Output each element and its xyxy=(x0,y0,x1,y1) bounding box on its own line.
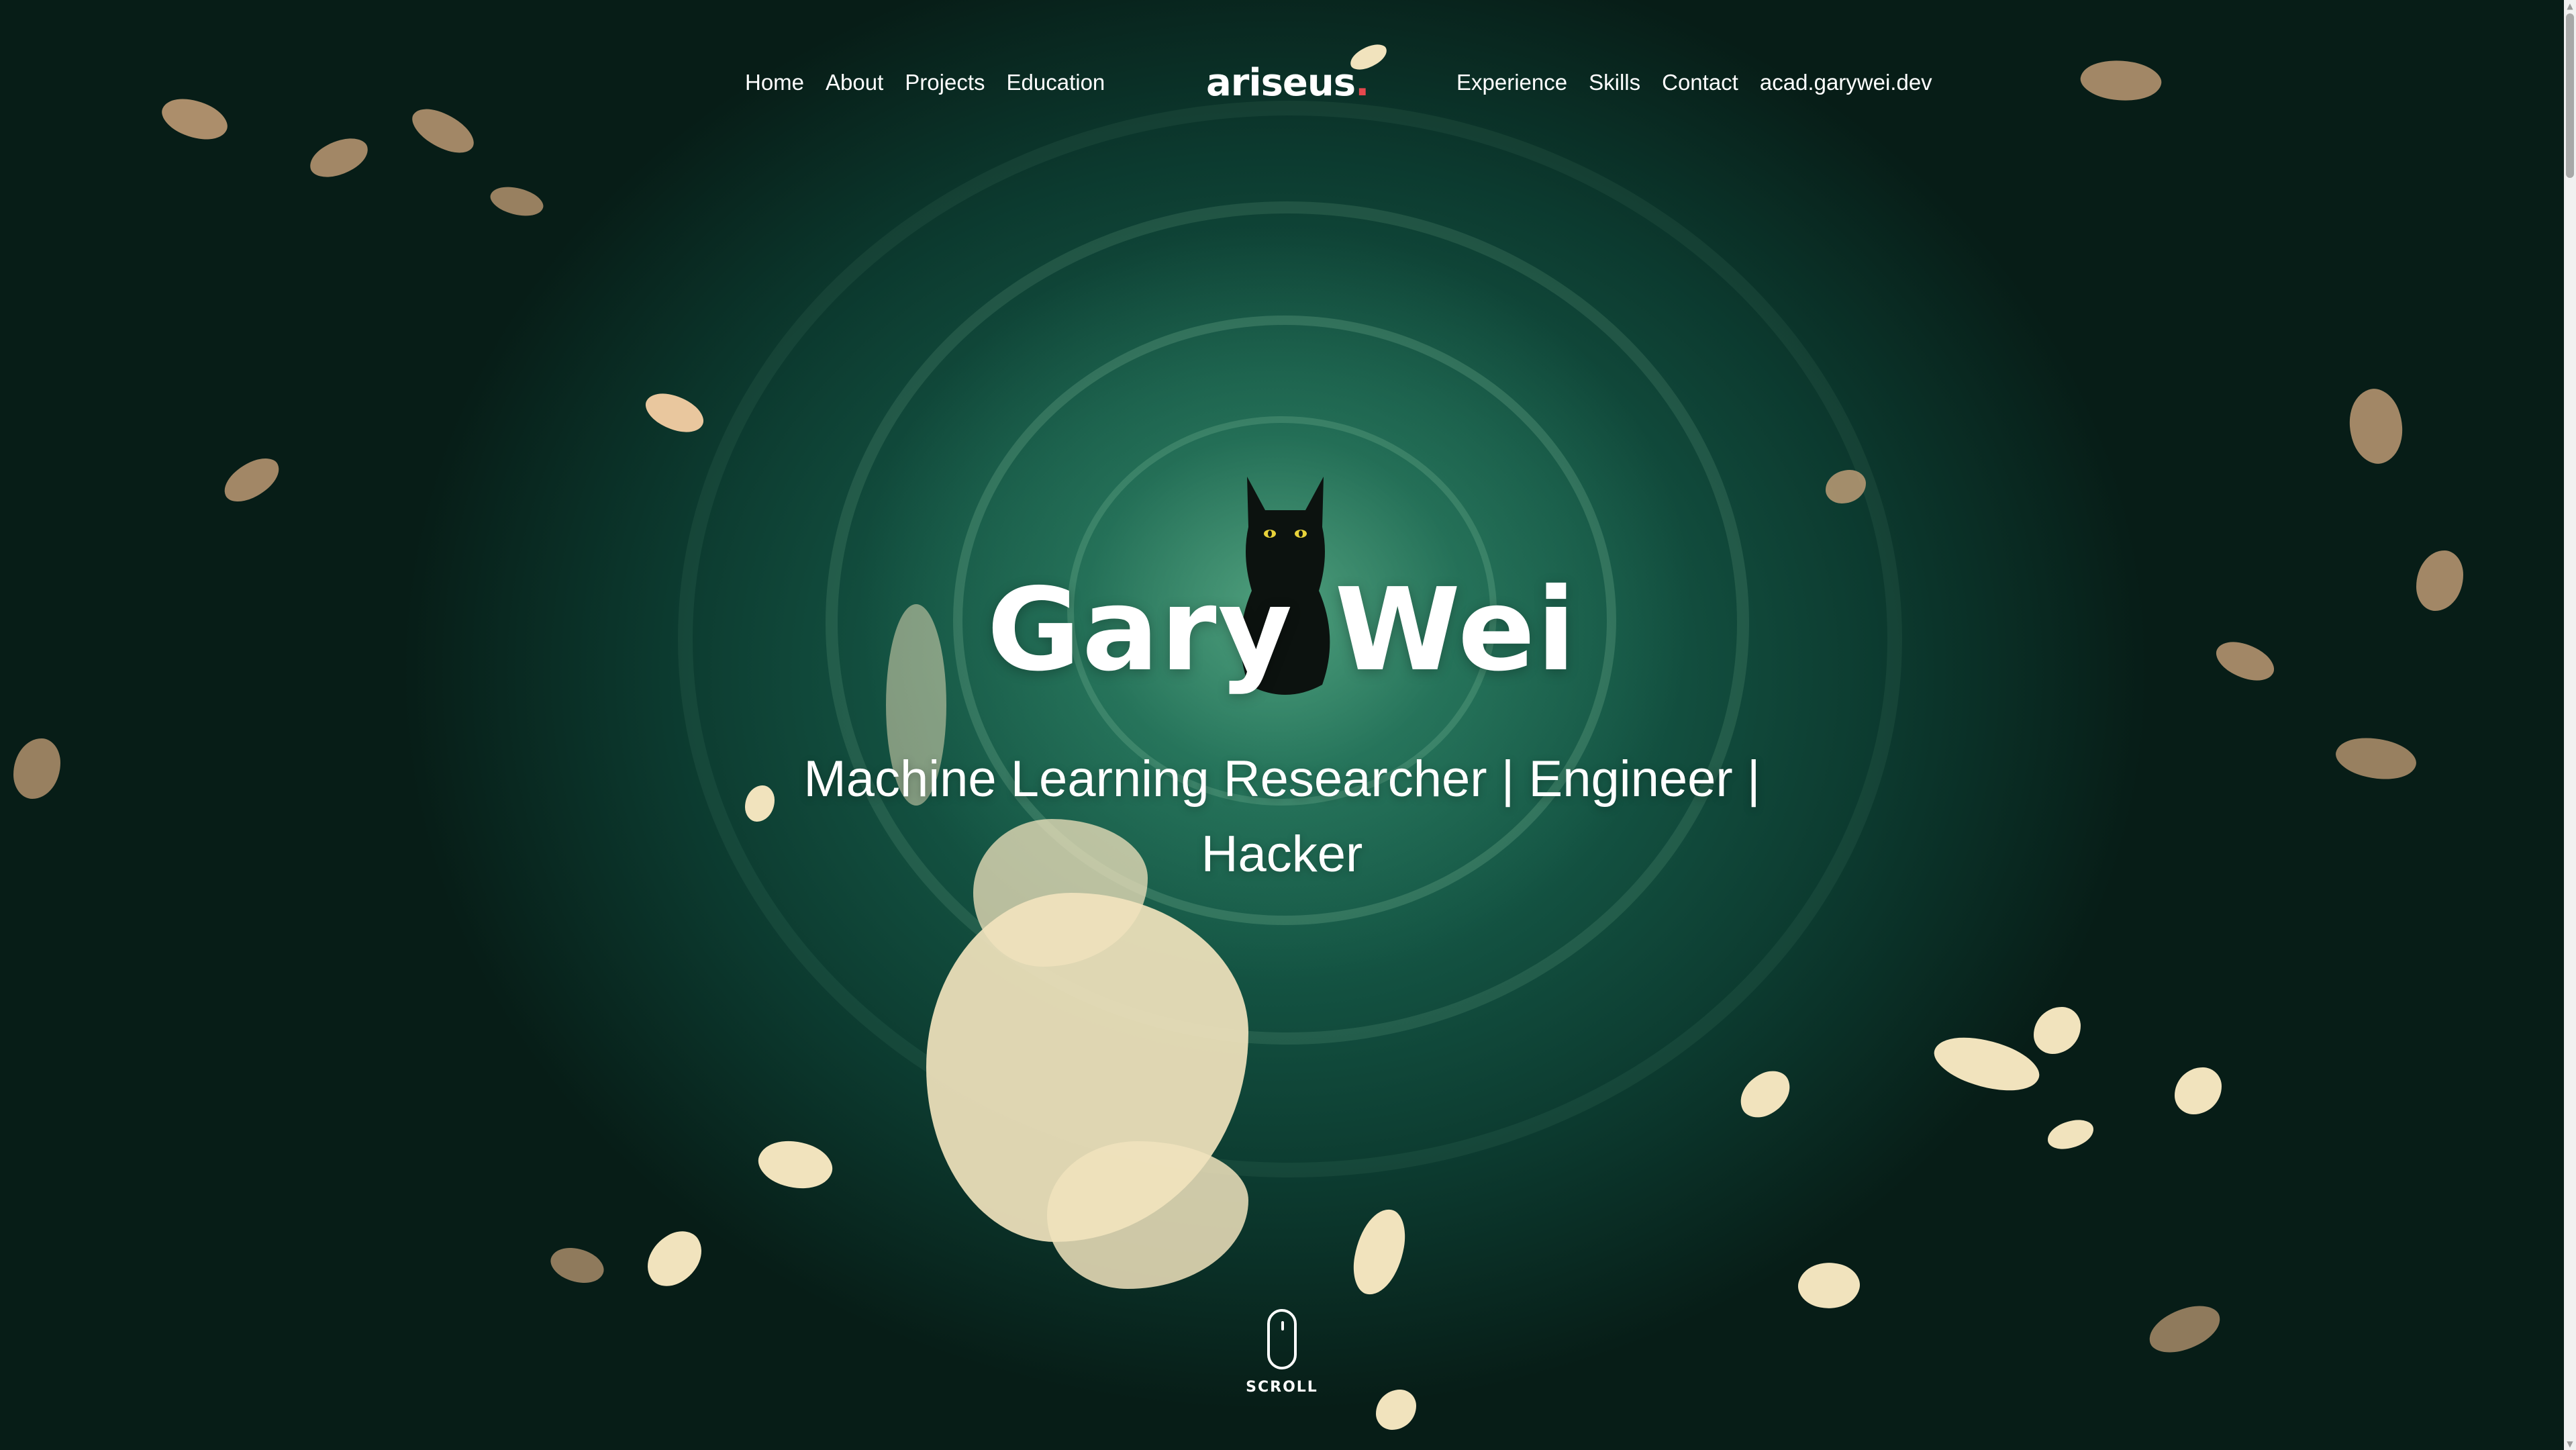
top-navigation: Home About Projects Education ariseus. E… xyxy=(0,52,2564,113)
nav-link-experience[interactable]: Experience xyxy=(1456,70,1567,95)
hero-title: Gary Wei xyxy=(987,564,1577,697)
nav-left-group: Home About Projects Education xyxy=(745,52,1105,113)
nav-link-education[interactable]: Education xyxy=(1007,70,1105,95)
hero-subtitle: Machine Learning Researcher | Engineer |… xyxy=(803,751,1761,883)
brand-name: ariseus xyxy=(1206,60,1356,105)
arrow-down-icon[interactable]: ▼ xyxy=(2564,1438,2576,1450)
leaf xyxy=(546,1239,609,1292)
leaf xyxy=(636,1223,713,1294)
mouse-icon xyxy=(1267,1309,1297,1369)
scroll-label: SCROLL xyxy=(1246,1379,1318,1396)
leaf xyxy=(1928,1023,2046,1105)
brand-dot: . xyxy=(1355,60,1369,105)
nav-link-acad[interactable]: acad.garywei.dev xyxy=(1760,70,1932,95)
leaf xyxy=(1348,1204,1410,1300)
leaf xyxy=(2045,1117,2096,1152)
leaf xyxy=(13,738,60,799)
page-scrollbar[interactable]: ▲ ▼ xyxy=(2564,0,2576,1450)
leaf xyxy=(1376,1390,1416,1430)
nav-link-projects[interactable]: Projects xyxy=(905,70,985,95)
nav-link-skills[interactable]: Skills xyxy=(1589,70,1640,95)
scroll-indicator[interactable]: SCROLL xyxy=(1242,1309,1322,1410)
arrow-up-icon[interactable]: ▲ xyxy=(2564,0,2576,12)
nav-link-home[interactable]: Home xyxy=(745,70,804,95)
scrollbar-thumb[interactable] xyxy=(2566,13,2574,178)
nav-right-group: Experience Skills Contact acad.garywei.d… xyxy=(1456,52,1932,113)
light-reflection xyxy=(1047,1141,1248,1289)
leaf xyxy=(487,179,547,224)
leaf xyxy=(2144,1300,2226,1359)
leaf xyxy=(640,383,709,443)
leaf xyxy=(305,134,373,182)
leaf xyxy=(2338,382,2414,471)
leaf xyxy=(752,1130,838,1200)
leaf xyxy=(217,452,287,508)
leaf xyxy=(1793,1255,1865,1316)
brand-logo[interactable]: ariseus. xyxy=(1206,52,1369,113)
hero-background: Home About Projects Education ariseus. E… xyxy=(0,0,2576,1450)
leaf xyxy=(1732,1064,1798,1124)
leaf xyxy=(2175,1067,2222,1114)
leaf xyxy=(2332,728,2420,789)
nav-link-about[interactable]: About xyxy=(826,70,883,95)
mouse-wheel xyxy=(1281,1321,1284,1331)
nav-link-contact[interactable]: Contact xyxy=(1662,70,1738,95)
leaf xyxy=(2034,1007,2081,1054)
